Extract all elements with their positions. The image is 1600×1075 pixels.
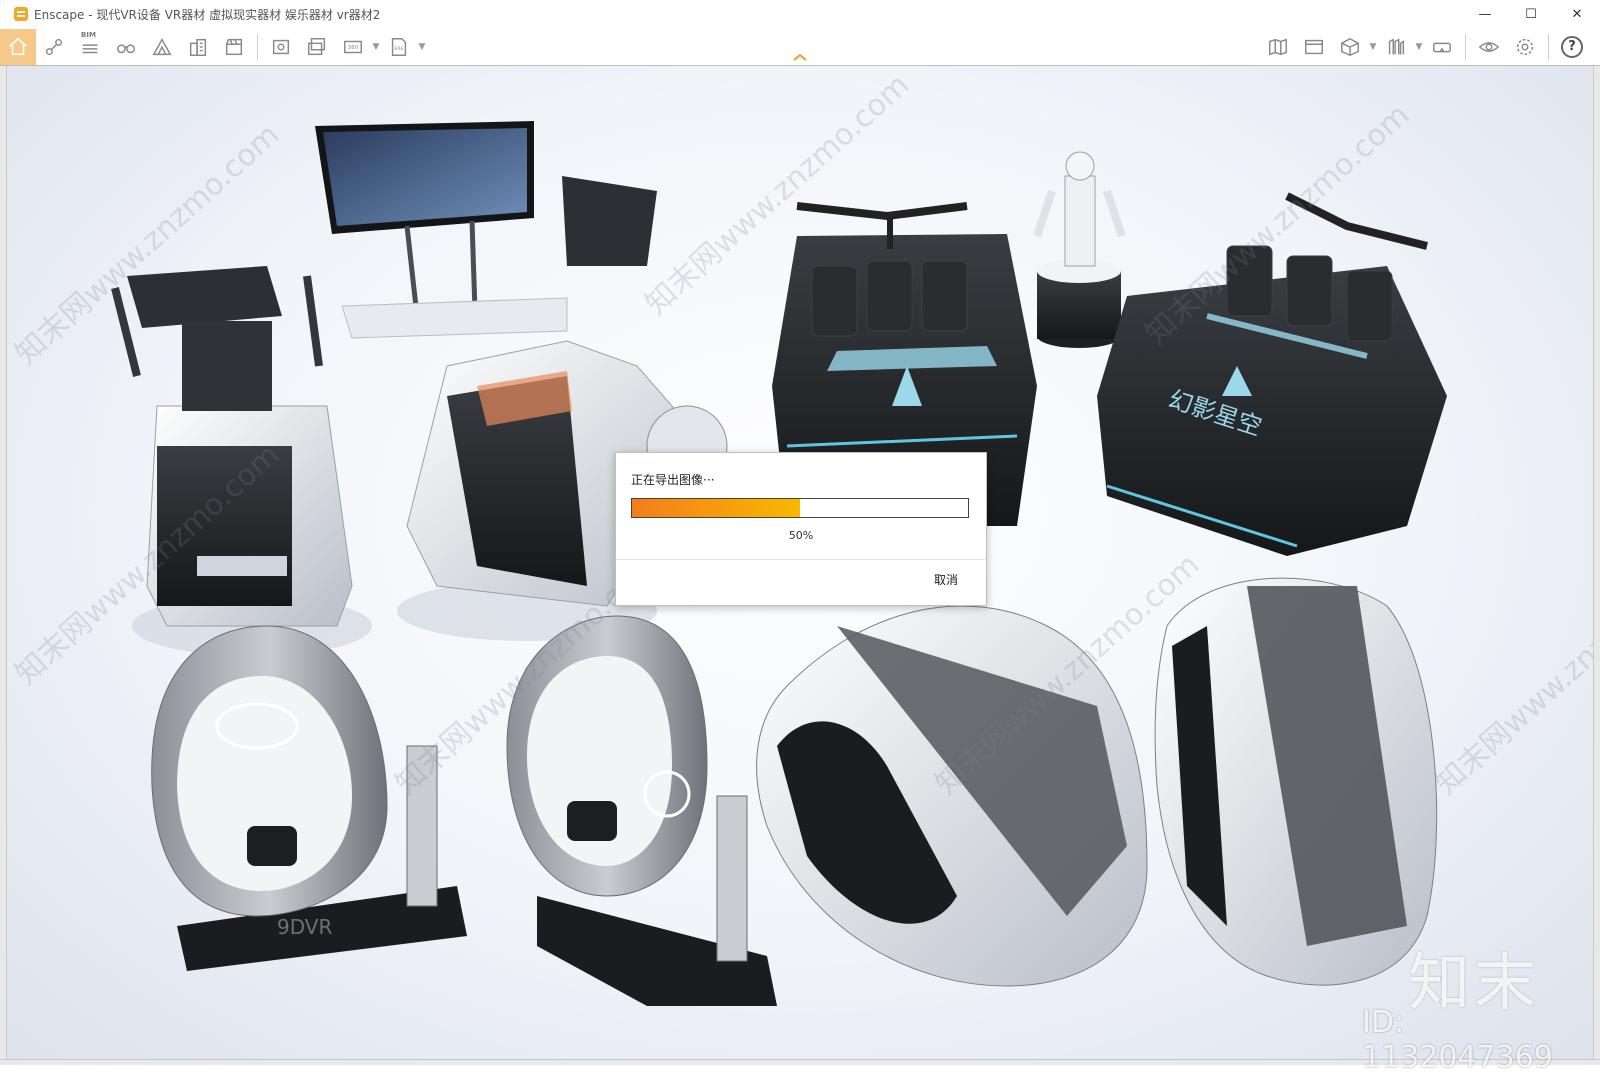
export-exe-icon: EXE xyxy=(391,37,407,56)
terrain-icon xyxy=(152,37,172,55)
buildings-icon xyxy=(189,38,207,56)
home-icon xyxy=(9,37,27,55)
asset-library-icon xyxy=(1388,37,1405,54)
egg-pod-1: 9DVR xyxy=(151,625,467,971)
panorama-button[interactable]: 360 xyxy=(335,29,371,65)
bim-icon xyxy=(82,43,98,53)
base-brand-text: 9DVR xyxy=(277,915,332,939)
svg-text:EXE: EXE xyxy=(395,45,404,51)
progress-bar xyxy=(631,498,969,518)
robot-pedestal xyxy=(1033,151,1126,348)
toolbar-separator xyxy=(1465,33,1466,60)
title-bar: Enscape - 现代VR设备 VR器材 虚拟现实器材 娱乐器材 vr器材2 … xyxy=(0,0,1600,28)
progress-bar-fill xyxy=(632,499,800,517)
home-button[interactable] xyxy=(0,28,36,65)
maximize-button[interactable]: ☐ xyxy=(1508,0,1554,28)
walk-mode-button[interactable] xyxy=(108,29,144,65)
asset-dropdown-caret[interactable]: ▼ xyxy=(1368,29,1378,65)
export-progress-dialog: 正在导出图像··· 50% 取消 xyxy=(615,452,987,606)
terrain-button[interactable] xyxy=(144,29,180,65)
link-icon xyxy=(45,38,63,55)
cancel-button[interactable]: 取消 xyxy=(934,571,958,588)
video-editor-button[interactable] xyxy=(216,29,252,65)
dialog-divider xyxy=(616,559,986,560)
svg-text:360: 360 xyxy=(348,44,359,50)
display-screen-stand xyxy=(315,121,568,339)
export-exe-button[interactable]: EXE xyxy=(381,29,417,65)
settings-button[interactable] xyxy=(1507,29,1543,65)
panorama-dropdown-caret[interactable]: ▼ xyxy=(371,29,381,65)
progress-percent-label: 50% xyxy=(788,529,814,542)
visual-settings-icon xyxy=(1478,41,1500,52)
buildings-button[interactable] xyxy=(180,29,216,65)
screenshot-button[interactable] xyxy=(263,29,299,65)
map-icon xyxy=(1269,38,1287,55)
panorama-icon: 360 xyxy=(344,40,362,53)
view-management-icon xyxy=(1305,39,1323,54)
close-button[interactable]: ✕ xyxy=(1554,0,1600,28)
view-management-button[interactable] xyxy=(1296,29,1332,65)
export-dropdown-caret[interactable]: ▼ xyxy=(417,29,427,65)
binoculars-icon xyxy=(117,43,135,53)
live-link-button[interactable] xyxy=(36,29,72,65)
library-dropdown-caret[interactable]: ▼ xyxy=(1414,29,1424,65)
vr-capsule-2 xyxy=(1154,577,1438,986)
help-icon: ? xyxy=(1561,35,1583,58)
settings-gear-icon xyxy=(1516,38,1534,55)
asset-library-button[interactable] xyxy=(1378,29,1414,65)
asset-box-button[interactable] xyxy=(1332,29,1368,65)
dialog-title: 正在导出图像··· xyxy=(631,473,715,487)
bim-label: BIM xyxy=(81,30,96,39)
window-title: Enscape - 现代VR设备 VR器材 虚拟现实器材 娱乐器材 vr器材2 xyxy=(34,7,381,22)
bim-button[interactable]: BIM xyxy=(72,29,108,65)
visual-settings-button[interactable] xyxy=(1471,29,1507,65)
minimize-button[interactable]: — xyxy=(1462,0,1508,28)
right-window-border xyxy=(1593,66,1600,1065)
help-button[interactable]: ? xyxy=(1554,29,1590,65)
window-controls: — ☐ ✕ xyxy=(1462,0,1600,28)
enscape-logo-icon xyxy=(14,7,28,21)
left-window-border xyxy=(0,66,7,1065)
diagonal-watermark: 知末网www.znzmo.com xyxy=(1429,547,1593,802)
bottom-window-border xyxy=(0,1059,1600,1065)
toolbar-separator xyxy=(1548,33,1549,60)
batch-render-icon xyxy=(308,37,326,55)
asset-box-icon xyxy=(1341,37,1359,56)
screenshot-icon xyxy=(272,39,290,54)
vr-headset-icon xyxy=(1433,42,1451,52)
toolbar-separator xyxy=(257,33,258,60)
map-button[interactable] xyxy=(1260,29,1296,65)
collapse-toolbar-arrow-icon[interactable] xyxy=(792,52,808,62)
clapper-icon xyxy=(225,38,243,55)
batch-render-button[interactable] xyxy=(299,29,335,65)
vr-headset-button[interactable] xyxy=(1424,29,1460,65)
